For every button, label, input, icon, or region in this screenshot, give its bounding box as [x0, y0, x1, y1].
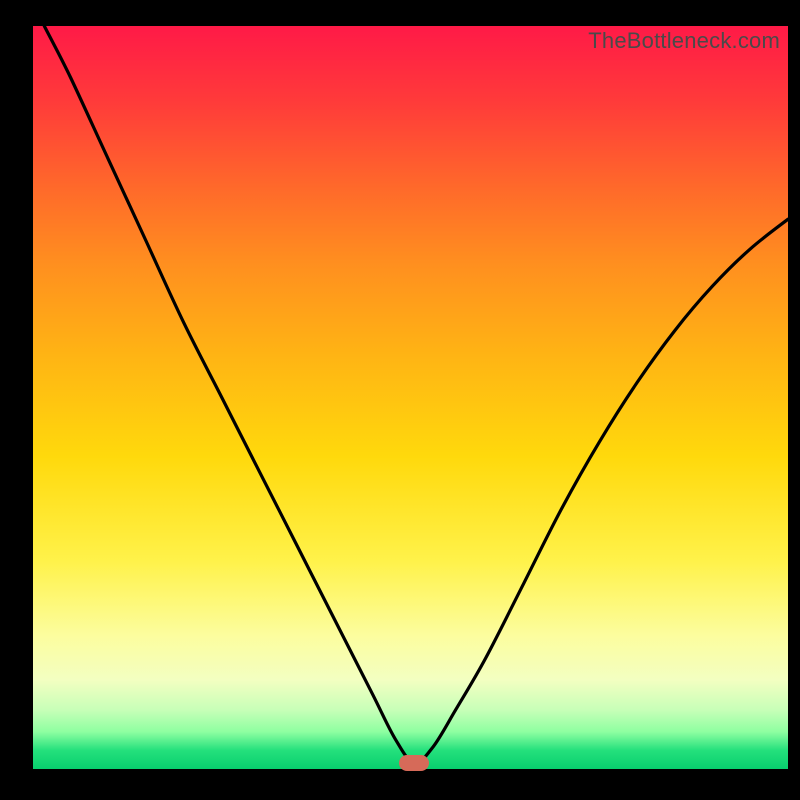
plot-area: TheBottleneck.com [33, 26, 788, 769]
optimum-marker [399, 755, 429, 771]
chart-frame: TheBottleneck.com [0, 0, 800, 800]
bottleneck-curve [33, 26, 788, 769]
